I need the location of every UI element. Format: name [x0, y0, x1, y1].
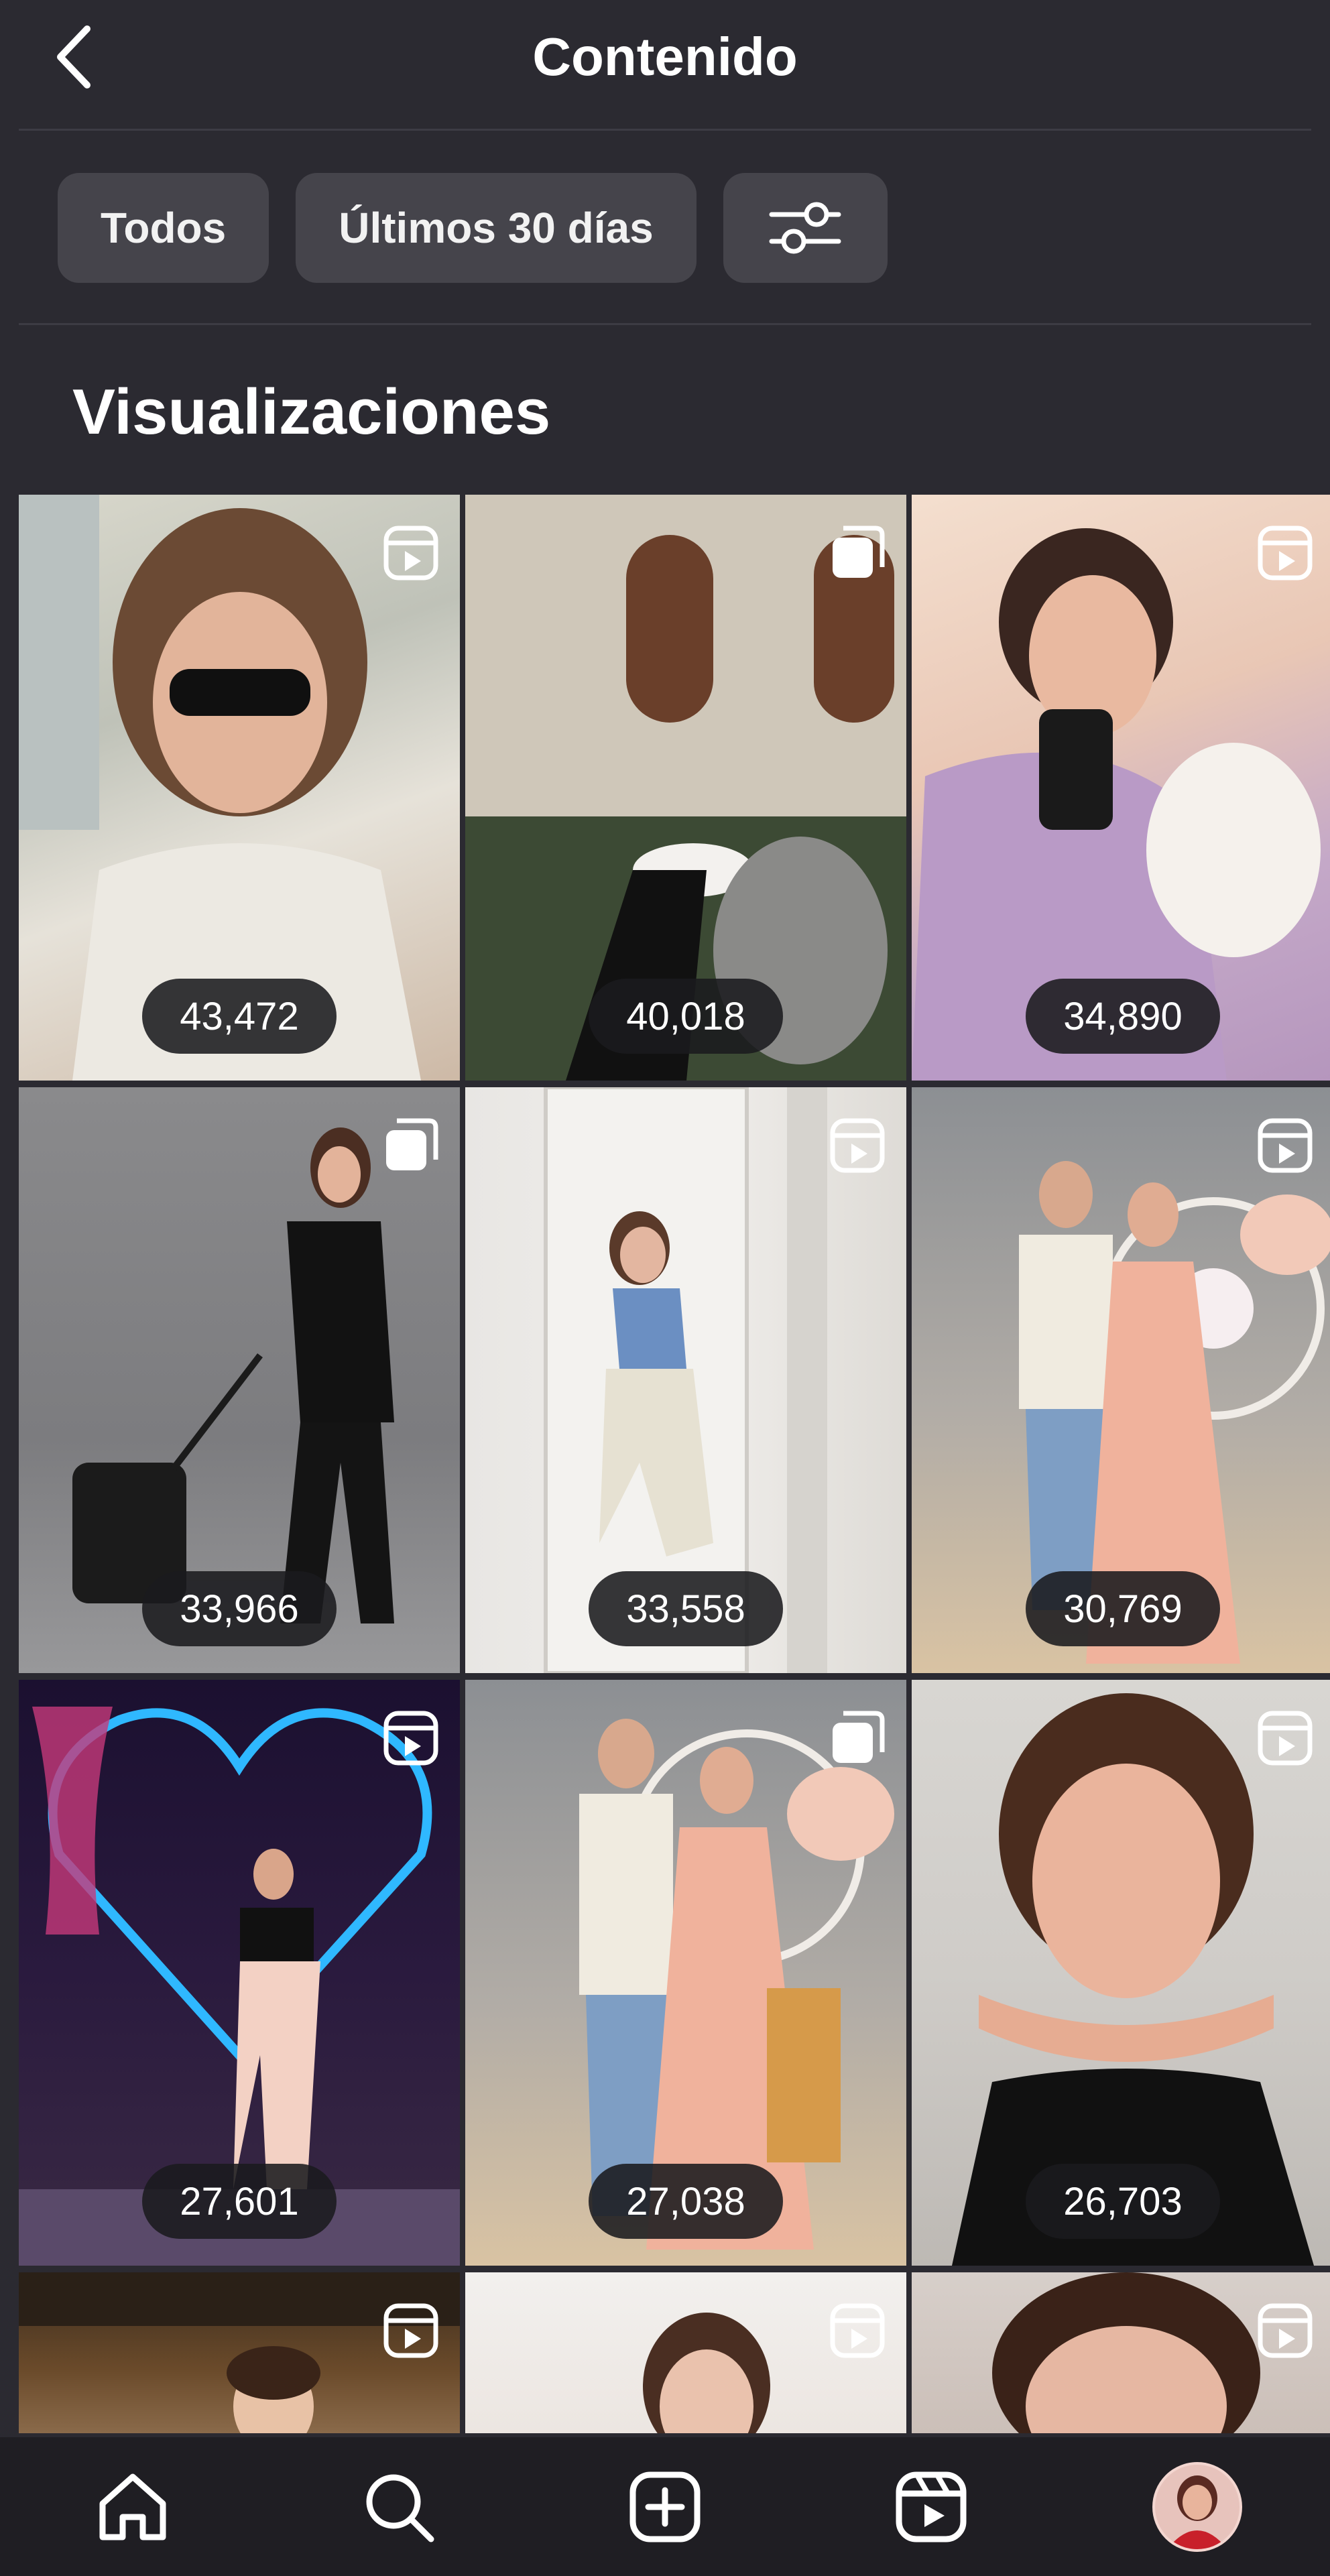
- view-count-badge: 40,018: [589, 979, 783, 1054]
- nav-reels[interactable]: [881, 2457, 981, 2557]
- reel-icon: [383, 526, 438, 580]
- view-count-badge: 43,472: [142, 979, 337, 1054]
- post-thumbnail[interactable]: [19, 2272, 460, 2433]
- create-icon: [629, 2471, 701, 2542]
- sliders-icon: [769, 202, 841, 254]
- divider: [19, 129, 1311, 131]
- post-thumbnail[interactable]: 34,890: [912, 495, 1330, 1081]
- divider: [19, 323, 1311, 325]
- view-count-badge: 33,558: [589, 1571, 783, 1646]
- filter-settings-button[interactable]: [723, 173, 888, 283]
- view-count-badge: 34,890: [1026, 979, 1220, 1054]
- reel-icon: [383, 2303, 438, 2358]
- nav-search[interactable]: [349, 2457, 449, 2557]
- post-thumbnail[interactable]: [465, 2272, 906, 2433]
- date-range-button[interactable]: Últimos 30 días: [296, 173, 697, 283]
- view-count-badge: 26,703: [1026, 2164, 1220, 2239]
- post-thumbnail[interactable]: 27,601: [19, 1680, 460, 2266]
- post-thumbnail[interactable]: 33,966: [19, 1087, 460, 1673]
- content-grid: 43,472 40,018 34,890 33,966 33,558 30,76…: [19, 495, 1330, 2433]
- post-thumbnail[interactable]: 30,769: [912, 1087, 1330, 1673]
- nav-create[interactable]: [615, 2457, 715, 2557]
- view-count-badge: 30,769: [1026, 1571, 1220, 1646]
- reel-icon: [830, 2303, 885, 2358]
- reel-icon: [1258, 1118, 1313, 1173]
- bottom-nav: [0, 2437, 1330, 2576]
- reel-icon: [830, 1118, 885, 1173]
- carousel-icon: [833, 526, 885, 578]
- carousel-icon: [386, 1118, 438, 1170]
- post-thumbnail[interactable]: 33,558: [465, 1087, 906, 1673]
- avatar: [1152, 2461, 1242, 2552]
- post-thumbnail[interactable]: 27,038: [465, 1680, 906, 2266]
- header: Contenido: [0, 0, 1330, 127]
- page-title: Contenido: [532, 27, 798, 86]
- post-thumbnail[interactable]: 40,018: [465, 495, 906, 1081]
- post-thumbnail[interactable]: 43,472: [19, 495, 460, 1081]
- post-thumbnail[interactable]: 26,703: [912, 1680, 1330, 2266]
- reels-icon: [896, 2471, 967, 2542]
- profile-photo: [1154, 2464, 1240, 2549]
- search-icon: [366, 2474, 434, 2542]
- section-title: Visualizaciones: [72, 376, 551, 448]
- filter-all-button[interactable]: Todos: [58, 173, 269, 283]
- view-count-badge: 27,601: [142, 2164, 337, 2239]
- view-count-badge: 33,966: [142, 1571, 337, 1646]
- nav-profile[interactable]: [1147, 2457, 1248, 2557]
- reel-icon: [1258, 2303, 1313, 2358]
- reel-icon: [1258, 1711, 1313, 1766]
- nav-home[interactable]: [82, 2457, 183, 2557]
- reel-icon: [383, 1711, 438, 1766]
- post-thumbnail[interactable]: [912, 2272, 1330, 2433]
- reel-icon: [1258, 526, 1313, 580]
- carousel-icon: [833, 1711, 885, 1763]
- home-icon: [99, 2473, 166, 2540]
- view-count-badge: 27,038: [589, 2164, 783, 2239]
- filter-bar: Todos Últimos 30 días: [58, 173, 888, 283]
